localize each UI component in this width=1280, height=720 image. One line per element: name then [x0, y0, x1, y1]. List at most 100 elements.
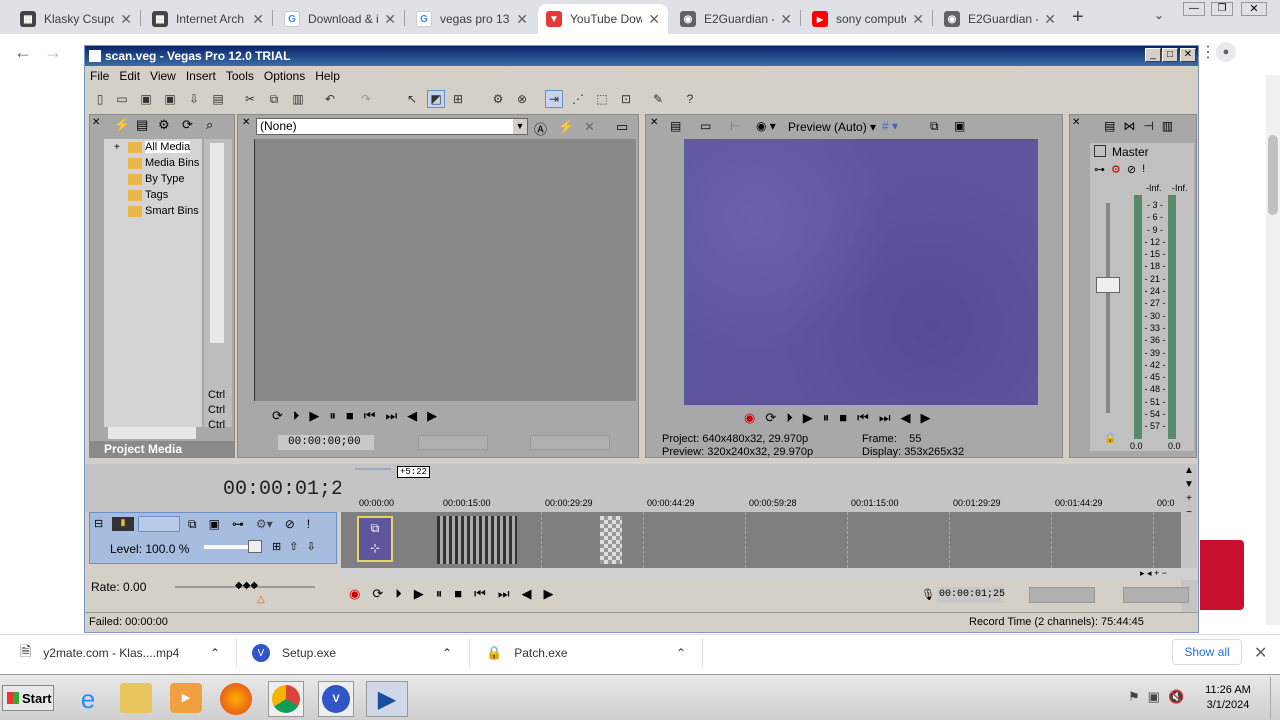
show-all-button[interactable]: Show all — [1172, 639, 1242, 665]
clock[interactable]: 11:26 AM 3/1/2024 — [1198, 683, 1258, 713]
move-down-icon[interactable]: ⇩ — [306, 540, 315, 553]
selection-start-field[interactable] — [1029, 587, 1095, 603]
track-minimize-icon[interactable]: ⊟ — [94, 517, 103, 530]
browser-tab[interactable]: ▦ Internet Arch ✕ — [144, 4, 272, 34]
chevron-up-icon[interactable]: ⌃ — [676, 646, 686, 660]
save-icon[interactable]: ▣ — [137, 90, 155, 108]
panel-close-icon[interactable]: ✕ — [242, 117, 250, 128]
auto-crossfade-icon[interactable]: ⋰ — [569, 90, 587, 108]
out-point-field[interactable] — [530, 435, 610, 450]
go-end-icon[interactable]: ⏭ — [879, 410, 891, 426]
browser-tab[interactable]: G Download & i ✕ — [276, 4, 404, 34]
rate-slider-thumb[interactable]: ◆◆◆ — [235, 580, 258, 591]
record-icon[interactable]: ◉ — [744, 410, 755, 426]
go-start-icon[interactable]: ⏮ — [857, 410, 869, 426]
vegas-pro-taskbar-button[interactable]: ▶ — [366, 681, 408, 717]
download-item[interactable]: 🔒 Patch.exe ⌃ — [486, 635, 696, 671]
page-scrollbar[interactable] — [1266, 75, 1280, 625]
mute-icon[interactable]: ⊘ — [1127, 163, 1136, 176]
lock-envelopes-icon[interactable]: ⊗ — [513, 90, 531, 108]
go-end-icon[interactable]: ⏭ — [498, 586, 510, 602]
compositing-mode-icon[interactable]: ⧉ — [188, 517, 197, 532]
tab-search-icon[interactable]: ⌄ — [1154, 8, 1164, 22]
go-start-icon[interactable]: ⏮ — [364, 408, 376, 424]
pause-icon[interactable]: ⏸ — [436, 586, 443, 602]
browser-tab[interactable]: Gvegas pro 13 ✕ — [408, 4, 536, 34]
loop-icon[interactable]: ⟳ — [765, 410, 776, 426]
pause-icon[interactable]: ⏸ — [329, 408, 336, 424]
properties-icon[interactable]: ▤ — [209, 90, 227, 108]
menu-insert[interactable]: Insert — [181, 69, 221, 83]
prev-frame-icon[interactable]: ◀ — [522, 586, 532, 602]
cut-icon[interactable]: ✂ — [241, 90, 259, 108]
network-icon[interactable]: ▣ — [1148, 689, 1160, 705]
next-frame-icon[interactable]: ▶ — [544, 586, 554, 602]
move-up-icon[interactable]: ⇧ — [289, 540, 298, 553]
save-snapshot-icon[interactable]: ▣ — [954, 119, 965, 133]
menu-tools[interactable]: Tools — [221, 69, 259, 83]
timeline-ruler[interactable]: +5:22 00:00:00 00:00:15:00 00:00:29:29 00:0… — [341, 464, 1181, 512]
selection-tool-icon[interactable]: ⊞ — [449, 90, 467, 108]
settings-icon[interactable]: ⚙▾ — [256, 517, 273, 532]
menu-file[interactable]: File — [85, 69, 114, 83]
show-desktop-button[interactable] — [1270, 677, 1278, 719]
help-pointer-icon[interactable]: ? — [681, 90, 699, 108]
capture-icon[interactable]: ▤ — [136, 117, 148, 133]
import-media-icon[interactable]: ⚡ — [114, 117, 130, 133]
tree-scrollbar[interactable] — [210, 143, 224, 343]
stop-icon[interactable]: ■ — [454, 586, 462, 602]
tree-item-by-type[interactable]: By Type — [128, 173, 185, 185]
close-tab-icon[interactable]: ✕ — [120, 11, 132, 28]
menu-edit[interactable]: Edit — [114, 69, 145, 83]
tree-item-smart-bins[interactable]: Smart Bins — [128, 205, 199, 217]
close-tab-icon[interactable]: ✕ — [516, 11, 528, 28]
loop-icon[interactable]: ⟳ — [372, 586, 383, 602]
pause-icon[interactable]: ⏸ — [823, 410, 830, 426]
chevron-up-icon[interactable]: ⌃ — [210, 646, 220, 660]
play-icon[interactable]: ▶ — [803, 410, 813, 426]
browser-tab-active[interactable]: ▼ YouTube Dow ✕ — [538, 4, 668, 34]
stop-icon[interactable]: ■ — [346, 408, 354, 424]
grid-icon[interactable]: ⊡ — [617, 90, 635, 108]
next-frame-icon[interactable]: ▶ — [427, 408, 437, 424]
next-frame-icon[interactable]: ▶ — [921, 410, 931, 426]
go-end-icon[interactable]: ⏭ — [385, 408, 397, 424]
open-icon[interactable]: ▭ — [113, 90, 131, 108]
trimmer-clear-icon[interactable]: ✕ — [584, 119, 595, 135]
search-icon[interactable]: ⌕ — [206, 117, 213, 133]
start-button[interactable]: Start — [2, 685, 54, 711]
panel-close-icon[interactable]: ✕ — [92, 117, 100, 128]
panel-close-icon[interactable]: ✕ — [1072, 117, 1080, 128]
ignore-grouping-icon[interactable]: ⬚ — [593, 90, 611, 108]
track-name-field[interactable] — [138, 516, 180, 532]
forward-arrow-icon[interactable]: → — [44, 42, 62, 63]
video-event-selected[interactable]: ⧉ ⊹ — [357, 516, 393, 562]
web-media-icon[interactable]: ⚙ — [158, 117, 170, 133]
file-explorer-icon[interactable] — [120, 683, 152, 713]
volume-muted-icon[interactable]: 🔇 — [1168, 689, 1184, 705]
close-tab-icon[interactable]: ✕ — [912, 11, 924, 28]
browser-tab[interactable]: ◉ E2Guardian - ✕ — [672, 4, 800, 34]
fx-icon[interactable]: ⚙ — [1111, 163, 1121, 176]
trimmer-ab-icon[interactable]: Ⓐ — [534, 119, 547, 138]
minimize-button[interactable]: — — [1183, 2, 1205, 16]
stop-icon[interactable]: ■ — [839, 410, 847, 426]
track-fx-icon[interactable]: ⊶ — [232, 517, 244, 532]
restore-button[interactable]: ❐ — [1211, 2, 1233, 16]
close-tab-icon[interactable]: ✕ — [648, 11, 660, 28]
overlays-icon[interactable]: # ▾ — [882, 119, 898, 133]
trimmer-monitor-icon[interactable]: ▭ — [616, 119, 628, 135]
timeline-horizontal-scroll[interactable]: ▸ ◂ + − — [341, 568, 1197, 580]
chrome-taskbar-button[interactable] — [268, 681, 304, 717]
play-from-start-icon[interactable]: ⏵ — [395, 586, 402, 602]
preview-fx-icon[interactable]: ◉ ▾ — [756, 119, 776, 133]
expand-icon[interactable]: + — [114, 142, 120, 153]
panel-close-icon[interactable]: ✕ — [650, 117, 658, 128]
play-icon[interactable]: ▶ — [309, 408, 319, 424]
level-slider-thumb[interactable] — [248, 540, 262, 553]
close-button[interactable]: ✕ — [1180, 48, 1196, 62]
play-from-start-icon[interactable]: ⏵ — [293, 408, 300, 424]
browser-tab[interactable]: ◉ E2Guardian - ✕ — [936, 4, 1064, 34]
download-item[interactable]: V Setup.exe ⌃ — [252, 635, 462, 671]
external-monitor-icon[interactable]: ▭ — [700, 119, 711, 133]
